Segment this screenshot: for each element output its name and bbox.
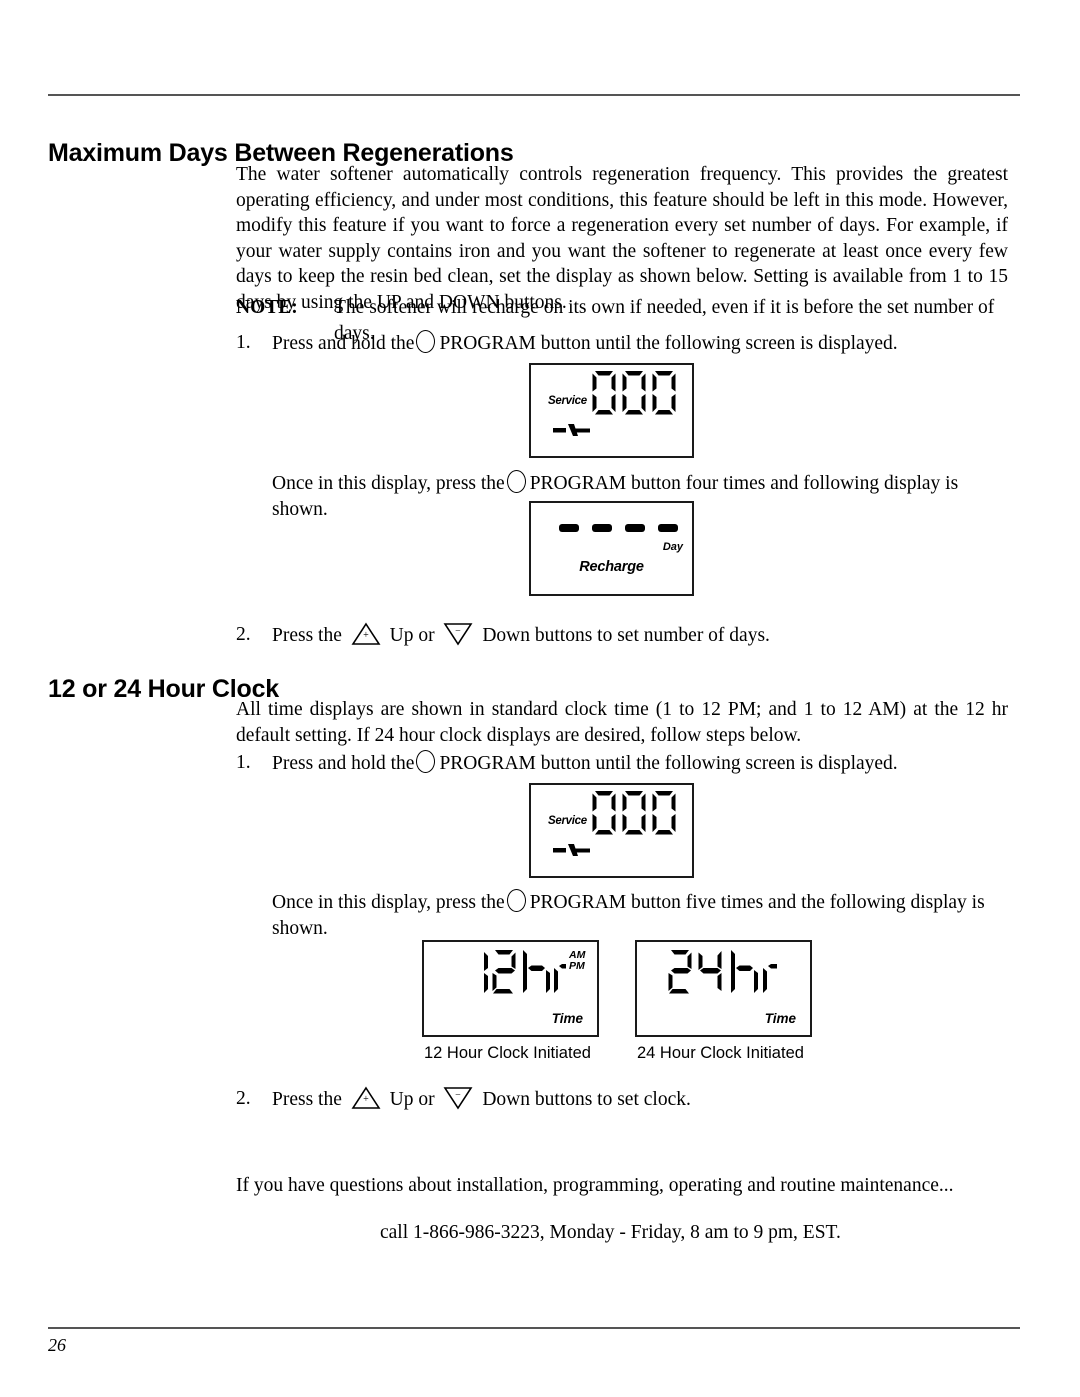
- step-text: Press and hold the PROGRAM button until t…: [272, 750, 1016, 777]
- program-button-icon: [416, 330, 436, 353]
- section-intro-paragraph: The water softener automatically control…: [236, 164, 1008, 313]
- step-number: 2.: [236, 1088, 251, 1109]
- lcd-recharge-label: Recharge: [579, 559, 644, 575]
- step-text-c: Down buttons to set number of days.: [482, 625, 770, 646]
- lcd-dashes: [559, 524, 678, 532]
- header-rule: [48, 94, 1020, 96]
- lcd-digits-000: [591, 370, 677, 416]
- svg-text:+: +: [363, 1094, 369, 1105]
- step-1-clock: 1. Press and hold the PROGRAM button unti…: [236, 750, 1016, 777]
- lcd-dash-segment: [658, 524, 678, 532]
- step-text: Press the + Up or − Down buttons to set …: [272, 1086, 1016, 1113]
- lcd-dash-segment: [559, 524, 579, 532]
- seven-segment-12hr: [484, 950, 566, 994]
- page-number: 26: [48, 1335, 66, 1355]
- footer-rule: [48, 1327, 1020, 1329]
- step-text-before: Press and hold the: [272, 753, 415, 774]
- step-number: 1.: [236, 752, 251, 773]
- press-text-before: Once in this display, press the: [272, 892, 505, 913]
- footer-call-text: call 1-866-986-3223, Monday - Friday, 8 …: [380, 1222, 841, 1243]
- lcd-service-label: Service: [548, 815, 587, 827]
- svg-text:−: −: [456, 626, 462, 637]
- lcd-ampm-indicator: AM PM: [569, 950, 585, 972]
- step-text-after: PROGRAM button until the following scree…: [439, 753, 898, 774]
- caption-24-hour-clock: 24 Hour Clock Initiated: [637, 1044, 804, 1062]
- step-text-before: Press and hold the: [272, 333, 415, 354]
- lcd-12hr-value-group: AM PM: [472, 948, 585, 1000]
- lcd-display-service: Service: [529, 783, 694, 878]
- lcd-display-service: Service: [529, 363, 694, 458]
- program-button-icon: [506, 889, 526, 912]
- svg-text:+: +: [363, 630, 369, 641]
- lcd-dash-segment: [592, 524, 612, 532]
- press-text-before: Once in this display, press the: [272, 473, 505, 494]
- caption-12-hour-clock: 12 Hour Clock Initiated: [424, 1044, 591, 1062]
- up-button-icon: +: [351, 1086, 381, 1110]
- lcd-display-12hr: AM PM Time: [422, 940, 599, 1037]
- step-2-clock: 2. Press the + Up or − Down buttons to s…: [236, 1086, 1016, 1113]
- lcd-pm-label: PM: [569, 960, 585, 972]
- step-2-max-days: 2. Press the + Up or − Down buttons to s…: [236, 622, 1016, 649]
- step-number: 1.: [236, 332, 251, 353]
- press-program-five-times: Once in this display, press the PROGRAM b…: [272, 889, 1012, 942]
- seven-segment-zero: [652, 791, 676, 835]
- step-1-max-days: 1. Press and hold the PROGRAM button unti…: [236, 330, 1016, 357]
- down-button-icon: −: [443, 1086, 473, 1110]
- step-text: Press and hold the PROGRAM button until t…: [272, 330, 1016, 357]
- faucet-icon: [553, 422, 593, 445]
- lcd-digits-000: [591, 790, 677, 836]
- down-button-icon: −: [443, 622, 473, 646]
- seven-segment-zero: [622, 791, 646, 835]
- footer-questions-text: If you have questions about installation…: [236, 1175, 954, 1196]
- lcd-service-label: Service: [548, 395, 587, 407]
- step-text-b: Up or: [389, 625, 435, 646]
- lcd-display-24hr: Time: [635, 940, 812, 1037]
- lcd-time-label: Time: [551, 1011, 583, 1026]
- seven-segment-zero: [652, 371, 676, 415]
- faucet-icon: [553, 842, 593, 865]
- seven-segment-zero: [622, 371, 646, 415]
- lcd-display-recharge: Day Recharge: [529, 501, 694, 596]
- step-text-a: Press the: [272, 1089, 342, 1110]
- program-button-icon: [506, 470, 526, 493]
- up-button-icon: +: [351, 622, 381, 646]
- seven-segment-zero: [592, 791, 616, 835]
- lcd-dash-segment: [625, 524, 645, 532]
- seven-segment-zero: [592, 371, 616, 415]
- seven-segment-24hr: [668, 950, 777, 994]
- step-text-c: Down buttons to set clock.: [482, 1089, 691, 1110]
- section-intro-paragraph: All time displays are shown in standard …: [236, 699, 1008, 746]
- document-page: Maximum Days Between Regenerations The w…: [0, 0, 1080, 1397]
- program-button-icon: [416, 750, 436, 773]
- step-text-after: PROGRAM button until the following scree…: [439, 333, 898, 354]
- step-number: 2.: [236, 624, 251, 645]
- step-text: Press the + Up or − Down buttons to set …: [272, 622, 1016, 649]
- step-text-a: Press the: [272, 625, 342, 646]
- lcd-day-label: Day: [662, 541, 683, 553]
- lcd-time-label: Time: [764, 1011, 796, 1026]
- lcd-24hr-value-group: [667, 948, 779, 1000]
- step-text-b: Up or: [389, 1089, 435, 1110]
- svg-text:−: −: [456, 1090, 462, 1101]
